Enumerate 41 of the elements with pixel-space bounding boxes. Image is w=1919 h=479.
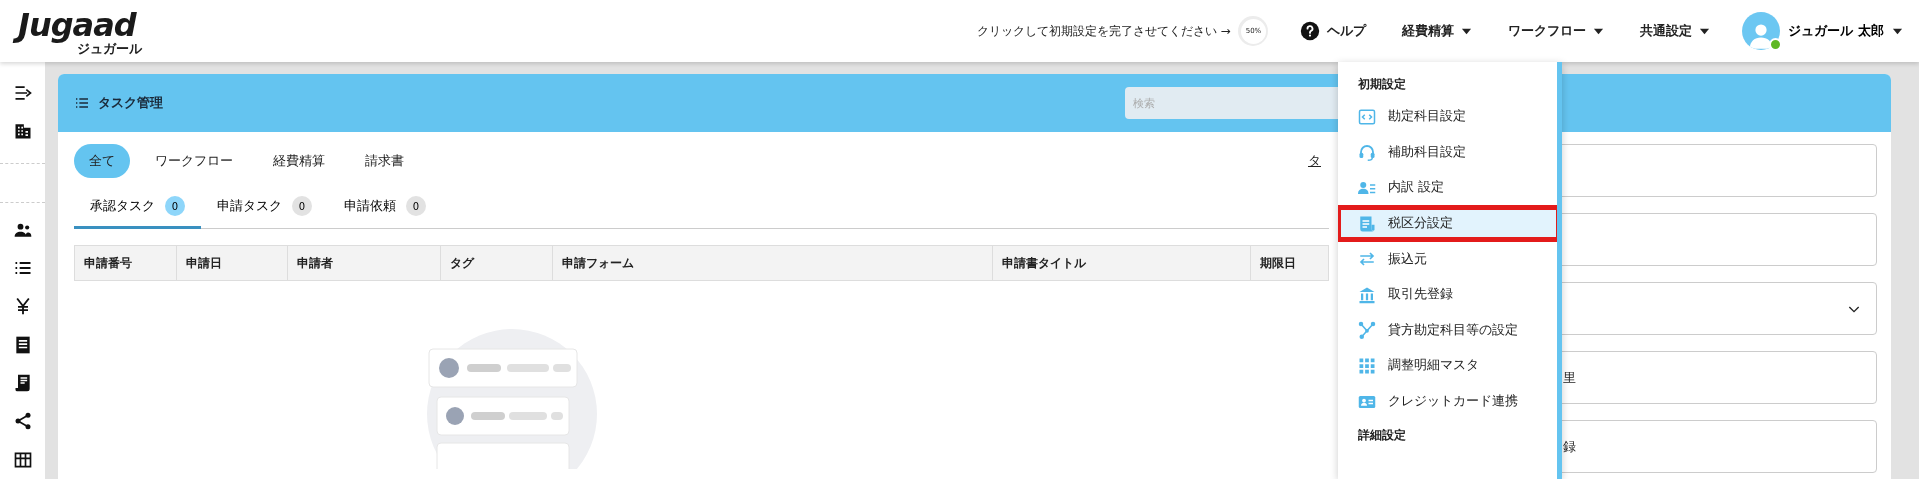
logo-subtitle: ジュガール [76,41,142,56]
nav-menu-button[interactable]: 経費精算 [1398,16,1477,46]
column-header: 申請番号 [75,246,177,280]
menu-item-icon [1358,179,1376,197]
column-header: 申請フォーム [553,246,993,280]
nav-menu-button[interactable]: 共通設定 [1636,16,1715,46]
list-icon [74,95,90,111]
filter-tab[interactable]: 全て [74,144,130,178]
menu-section-title: 初期設定 [1357,76,1407,93]
count-badge: 0 [292,196,312,216]
help-button[interactable]: ヘルプ [1296,15,1371,47]
filter-tab[interactable]: 経費精算 [258,144,340,178]
count-badge: 0 [165,196,185,216]
column-header: 申請者 [288,246,441,280]
task-tab[interactable]: 申請タスク 0 [201,190,328,229]
help-icon [1300,21,1321,41]
panel-title: タスク管理 [98,94,164,112]
nav-menu-button[interactable]: ワークフロー [1504,16,1609,46]
menu-item[interactable]: 貸方勘定科目等の設定 [1338,312,1557,349]
menu-item[interactable]: 内訳 設定 [1338,170,1557,206]
menu-item-icon [1358,321,1376,340]
column-header: 申請書タイトル [993,246,1251,280]
menu-item[interactable]: 振込元 [1338,241,1557,277]
filter-tab[interactable]: 請求書 [350,144,419,178]
column-header: 申請日 [177,246,288,280]
setup-prompt-link[interactable]: クリックして初期設定を完了させてください → [976,22,1231,40]
menu-item-icon [1358,107,1376,126]
task-tab[interactable]: 承認タスク 0 [74,190,201,229]
task-link[interactable]: タ [1308,152,1321,170]
menu-item-icon [1358,143,1376,162]
menu-item-icon [1358,285,1376,304]
menu-item[interactable]: 税区分設定 [1338,205,1557,242]
menu-item[interactable]: 取引先登録 [1338,276,1557,313]
menu-item-icon [1358,356,1376,375]
column-header: タグ [441,246,553,280]
user-menu-button[interactable]: ジュガール 太郎 [1742,12,1903,50]
task-tab[interactable]: 申請依頼 0 [328,190,442,229]
menu-item[interactable]: 補助科目設定 [1338,134,1557,171]
filter-tab[interactable]: ワークフロー [140,144,248,178]
count-badge: 0 [406,196,426,216]
menu-item-icon [1358,214,1376,233]
